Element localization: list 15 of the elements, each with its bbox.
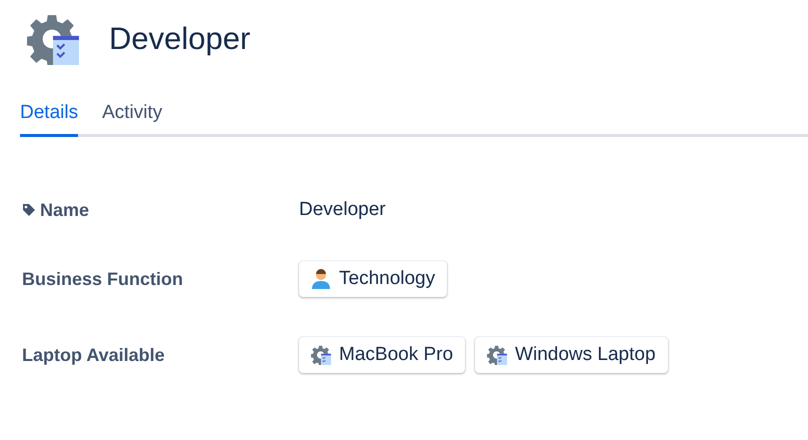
tab[interactable]: Activity [102,102,162,137]
chip-link[interactable]: Windows Laptop [475,337,668,373]
gear-icon [311,345,331,365]
gear-icon [487,345,508,365]
field-label: Laptop Available [22,344,165,366]
tab[interactable]: Details [20,102,78,137]
chip-link[interactable]: Technology [299,261,448,297]
page-title: Developer [109,21,250,57]
chip-link[interactable]: MacBook Pro [299,337,466,373]
person-icon [311,269,331,289]
field-label: Business Function [22,268,184,290]
gear-icon [27,13,79,65]
tag-icon [22,203,36,217]
field-label: Name [40,200,90,220]
field-value: Developer [299,199,387,221]
